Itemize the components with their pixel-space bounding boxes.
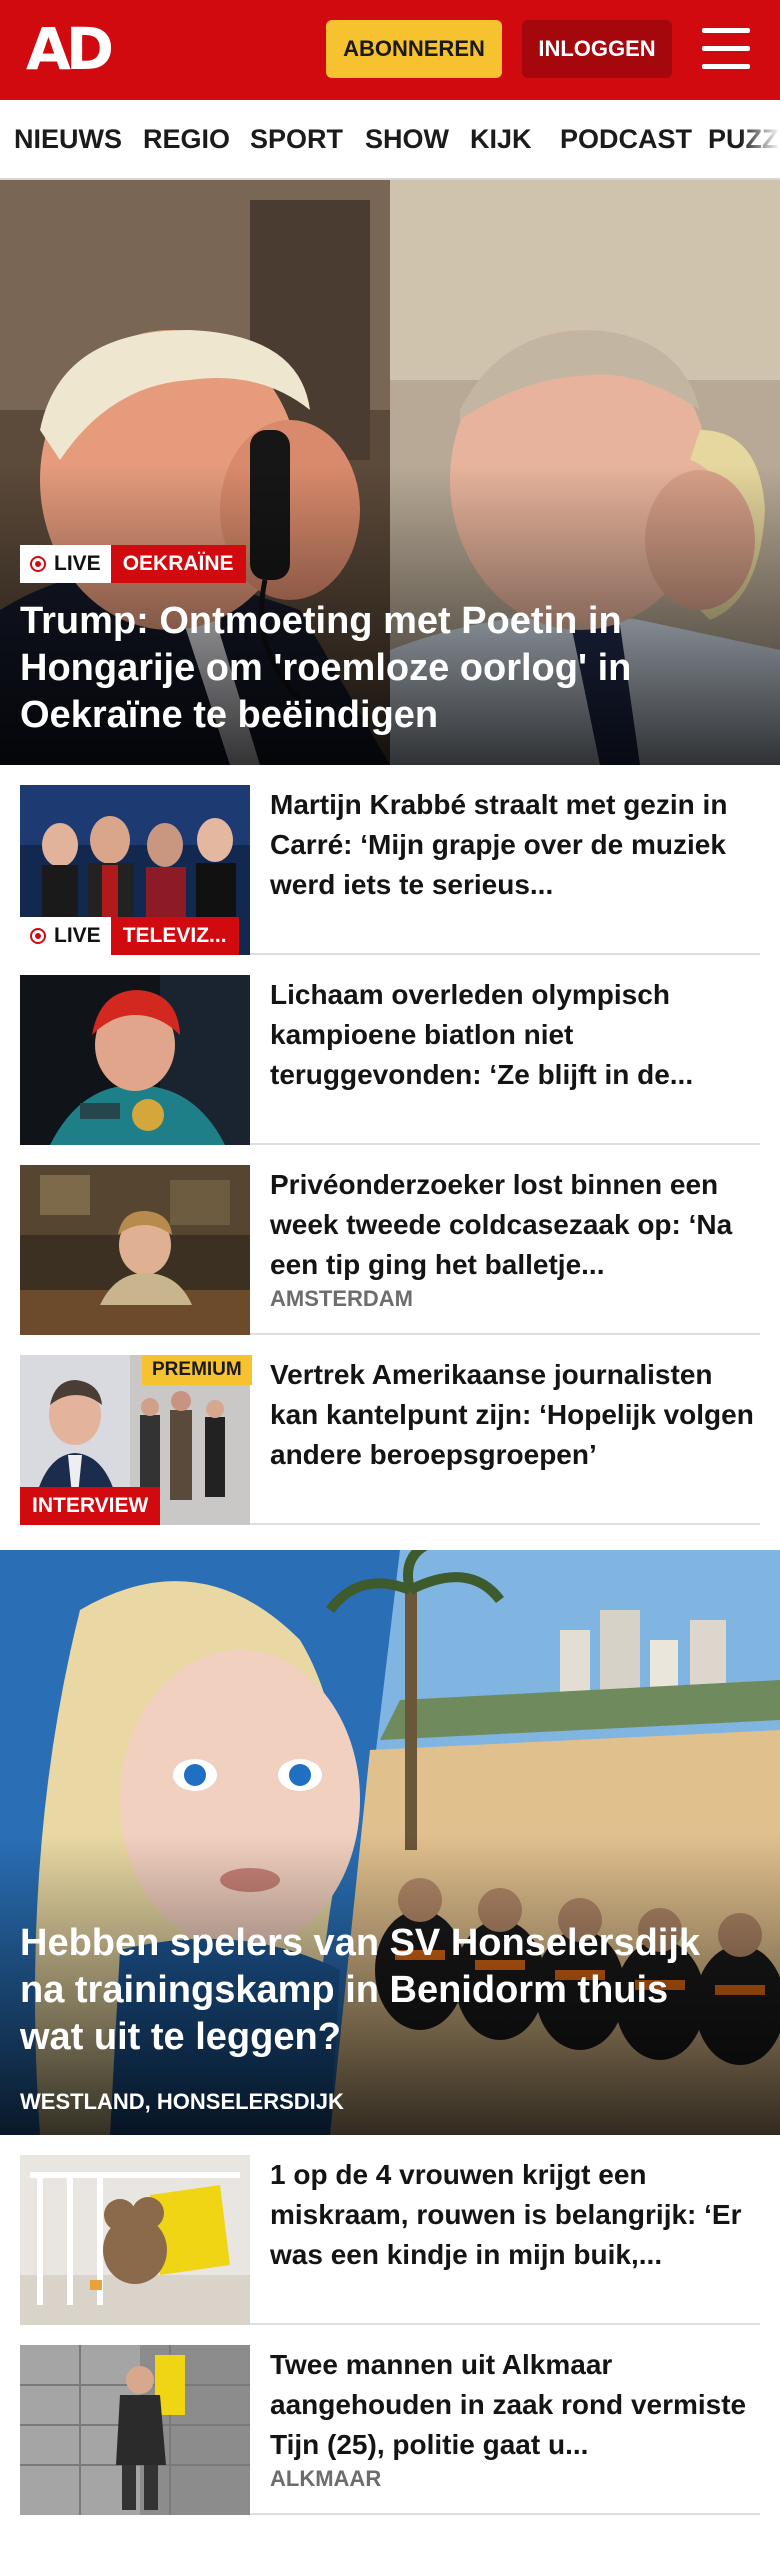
article-headline[interactable]: 1 op de 4 vrouwen krijgt een miskraam, r… — [270, 2155, 760, 2275]
article-headline[interactable]: Lichaam overleden olympisch kampioene bi… — [270, 975, 760, 1095]
article-tag[interactable]: TELEVIZ... — [110, 917, 239, 955]
list-item[interactable]: Lichaam overleden olympisch kampioene bi… — [20, 955, 760, 1145]
live-badge-text: LIVE — [54, 552, 101, 575]
hero-headline[interactable]: Trump: Ontmoeting met Poetin in Hongarij… — [20, 598, 740, 739]
hero-article-secondary[interactable]: Hebben spelers van SV Honselersdijk na t… — [0, 1550, 780, 2135]
article-location: AMSTERDAM — [270, 1286, 413, 1311]
subscribe-button[interactable]: ABONNEREN — [326, 20, 502, 78]
article-thumbnail — [20, 1165, 250, 1335]
page: AD ABONNEREN INLOGGEN NIEUWS REGIO SPORT… — [0, 0, 780, 2560]
hero-labels: LIVE OEKRAÏNE — [20, 545, 246, 583]
section-nav: NIEUWS REGIO SPORT SHOW KIJK PODCAST PUZ… — [0, 100, 780, 180]
live-badge: LIVE — [20, 545, 111, 583]
article-location: ALKMAAR — [270, 2466, 382, 2491]
hero-tag[interactable]: OEKRAÏNE — [110, 545, 246, 583]
nav-scroll-fade — [740, 100, 780, 178]
nav-item-podcast[interactable]: PODCAST — [560, 100, 692, 178]
article-headline[interactable]: Vertrek Amerikaanse journalis­ten kan ka… — [270, 1355, 760, 1475]
premium-badge: PREMIUM — [142, 1355, 252, 1385]
list-item[interactable]: Privéonderzoeker lost binnen een week tw… — [20, 1145, 760, 1335]
list-item[interactable]: Twee mannen uit Alkmaar aangehouden in z… — [20, 2325, 760, 2515]
hero-article-main[interactable]: LIVE OEKRAÏNE Trump: Ontmoeting met Poet… — [0, 180, 780, 765]
list-item[interactable]: LIVE TELEVIZ... Martijn Krabbé straalt m… — [20, 765, 760, 955]
live-badge-text: LIVE — [54, 924, 101, 947]
article-headline[interactable]: Twee mannen uit Alkmaar aangehouden in z… — [270, 2345, 760, 2465]
top-header: AD ABONNEREN INLOGGEN — [0, 0, 780, 100]
nav-item-regio[interactable]: REGIO — [143, 100, 230, 178]
list-item[interactable]: PREMIUM INTERVIEW Vertrek Amerikaanse jo… — [20, 1335, 760, 1525]
article-thumbnail — [20, 2155, 250, 2325]
list-item[interactable]: 1 op de 4 vrouwen krijgt een miskraam, r… — [20, 2135, 760, 2325]
live-dot-icon — [30, 556, 46, 572]
menu-icon[interactable] — [700, 26, 752, 72]
nav-item-sport[interactable]: SPORT — [250, 100, 343, 178]
ad-logo[interactable]: AD — [26, 14, 118, 84]
nav-item-nieuws[interactable]: NIEUWS — [14, 100, 122, 178]
nav-item-show[interactable]: SHOW — [365, 100, 449, 178]
hero-location: WESTLAND, HONSELERSDIJK — [20, 2089, 344, 2114]
article-headline[interactable]: Martijn Krabbé straalt met gezin in Carr… — [270, 785, 760, 905]
article-labels: LIVE TELEVIZ... — [20, 917, 239, 955]
article-tag[interactable]: INTERVIEW — [20, 1487, 161, 1525]
nav-item-kijk[interactable]: KIJK — [470, 100, 532, 178]
article-headline[interactable]: Privéonderzoeker lost binnen een week tw… — [270, 1165, 760, 1285]
article-thumbnail — [20, 975, 250, 1145]
article-thumbnail — [20, 2345, 250, 2515]
live-badge: LIVE — [20, 917, 111, 955]
live-dot-icon — [30, 928, 46, 944]
hero-headline[interactable]: Hebben spelers van SV Honselersdijk na t… — [20, 1920, 740, 2061]
login-button[interactable]: INLOGGEN — [522, 20, 672, 78]
